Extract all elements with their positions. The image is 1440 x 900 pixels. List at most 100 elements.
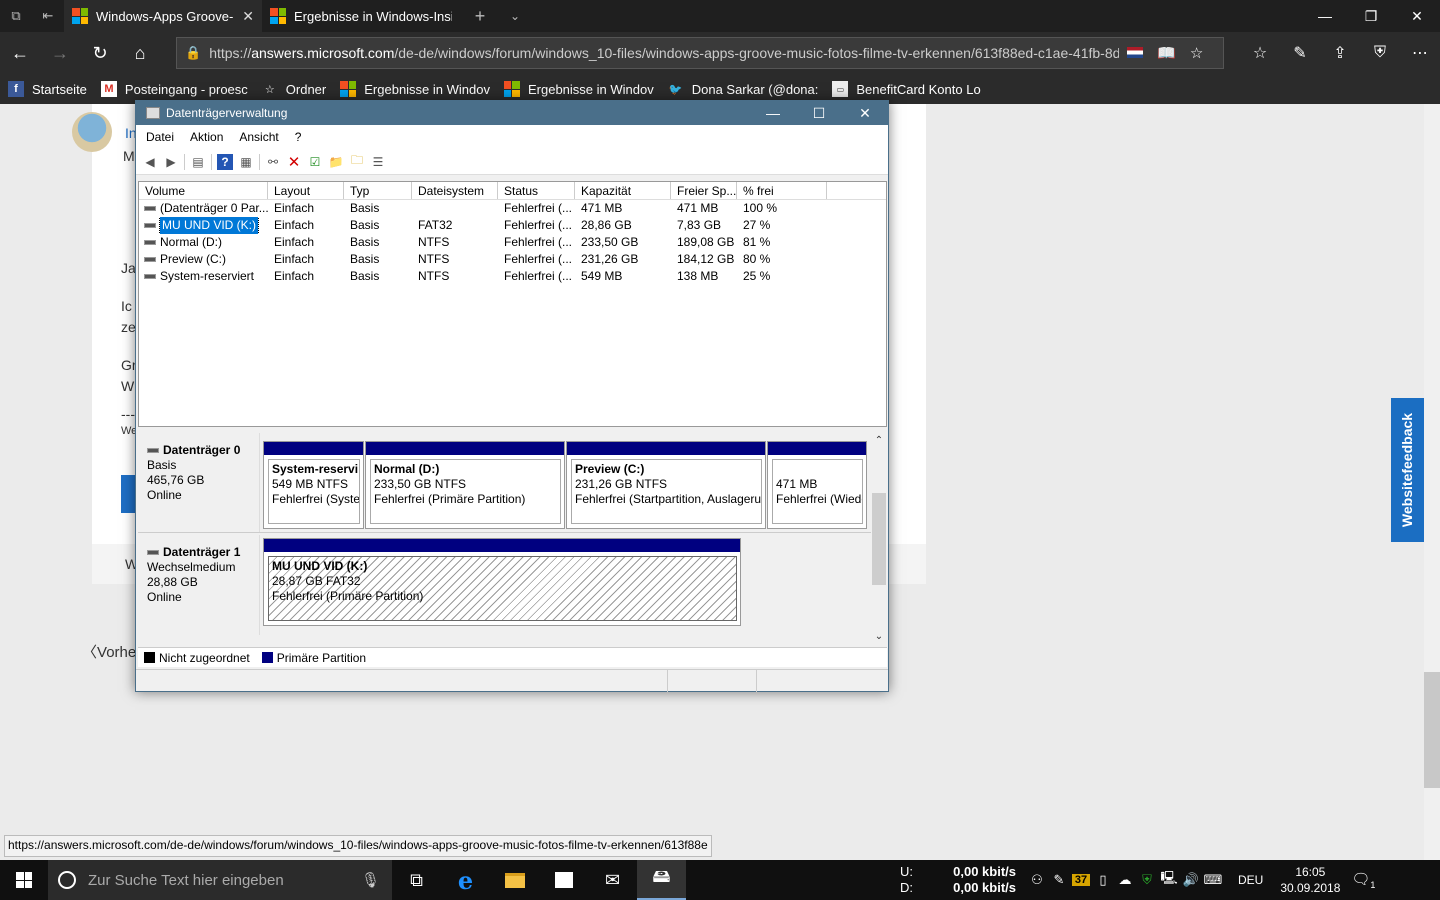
refresh-icon[interactable]: ↻ xyxy=(80,32,120,74)
close-tab-icon[interactable]: ✕ xyxy=(242,8,254,25)
tab-windows-apps[interactable]: Windows-Apps Groove- ✕ xyxy=(64,0,262,32)
website-feedback-button[interactable]: Websitefeedback xyxy=(1391,398,1424,542)
store-icon[interactable] xyxy=(539,860,588,900)
previous-link[interactable]: 〈Vorhe xyxy=(82,641,136,662)
address-input[interactable]: 🔒 https://answers.microsoft.com/de-de/wi… xyxy=(176,37,1224,69)
minimize-icon[interactable]: — xyxy=(1302,0,1348,32)
folder-up-icon[interactable]: 📁 xyxy=(328,154,344,170)
disk-management-taskbar-icon[interactable]: 🖴 xyxy=(637,860,686,900)
forward-arrow-icon[interactable]: → xyxy=(40,32,80,74)
column-header[interactable]: Kapazität xyxy=(575,182,671,199)
avatar[interactable] xyxy=(72,112,112,152)
microphone-icon[interactable]: 🎙 xyxy=(361,871,380,889)
page-scrollbar[interactable] xyxy=(1424,104,1440,860)
table-row-selected[interactable]: MU UND VID (K:) Einfach Basis FAT32 Fehl… xyxy=(139,217,886,234)
network-speed: U: 0,00 kbit/s D: 0,00 kbit/s xyxy=(900,864,1016,895)
onedrive-icon[interactable]: ☁ xyxy=(1114,872,1136,888)
mail-icon[interactable]: ✉ xyxy=(588,860,637,900)
tabs-aside-icon[interactable]: ⧉ xyxy=(0,0,32,32)
back-arrow-icon[interactable]: ◀ xyxy=(142,154,158,170)
properties-icon[interactable]: ▦ xyxy=(238,154,254,170)
scrollbar-thumb[interactable] xyxy=(872,493,886,585)
column-header[interactable]: Typ xyxy=(344,182,412,199)
scrollbar-thumb[interactable] xyxy=(1424,672,1440,788)
table-row[interactable]: System-reserviert Einfach Basis NTFS Feh… xyxy=(139,268,886,285)
favorite-item[interactable]: f Startseite xyxy=(8,81,87,97)
favorite-item[interactable]: ☆ Ordner xyxy=(262,81,326,97)
partition-preview-c[interactable]: Preview (C:) 231,26 GB NTFS Fehlerfrei (… xyxy=(566,441,766,529)
scroll-down-icon[interactable]: ⌄ xyxy=(871,631,887,642)
favorites-hub-icon[interactable]: ☆ xyxy=(1240,32,1280,74)
table-row[interactable]: Preview (C:) Einfach Basis NTFS Fehlerfr… xyxy=(139,251,886,268)
defender-shield-icon[interactable]: ⛨ xyxy=(1136,872,1158,888)
reading-view-icon[interactable]: 📖 xyxy=(1157,44,1176,62)
file-explorer-icon[interactable] xyxy=(490,860,539,900)
start-button[interactable] xyxy=(0,860,48,900)
favorite-item[interactable]: ▭ BenefitCard Konto Lo xyxy=(832,81,981,97)
people-icon[interactable]: ⚇ xyxy=(1026,872,1048,888)
extension-shield-icon[interactable]: ⛨ xyxy=(1360,32,1400,74)
language-indicator[interactable]: DEU xyxy=(1238,873,1263,887)
new-tab-icon[interactable]: + xyxy=(460,0,500,32)
close-icon[interactable]: ✕ xyxy=(842,105,888,122)
disk-view-scrollbar[interactable]: ⌃ ⌄ xyxy=(871,433,887,647)
menu-aktion[interactable]: Aktion xyxy=(190,130,223,144)
favorite-star-icon[interactable]: ☆ xyxy=(1190,44,1203,62)
disk-label[interactable]: Datenträger 0 Basis 465,76 GB Online xyxy=(138,433,260,532)
clock[interactable]: 16:05 30.09.2018 xyxy=(1275,864,1345,896)
close-window-icon[interactable]: ✕ xyxy=(1394,0,1440,32)
column-header[interactable]: Dateisystem xyxy=(412,182,498,199)
scroll-up-icon[interactable]: ⌃ xyxy=(871,435,887,446)
menu-datei[interactable]: Datei xyxy=(146,130,174,144)
favorite-item[interactable]: Ergebnisse in Windov xyxy=(503,81,654,97)
column-header[interactable]: Status xyxy=(498,182,575,199)
partition-normal-d[interactable]: Normal (D:) 233,50 GB NTFS Fehlerfrei (P… xyxy=(365,441,565,529)
maximize-icon[interactable]: ☐ xyxy=(796,105,842,122)
pen-icon[interactable]: ✎ xyxy=(1280,32,1320,74)
column-header[interactable]: Volume xyxy=(139,182,268,199)
task-view-icon[interactable]: ⧉ xyxy=(392,860,441,900)
network-icon[interactable]: 🖳 xyxy=(1158,869,1180,891)
share-icon[interactable]: ⇪ xyxy=(1320,32,1360,74)
delete-icon[interactable]: ✕ xyxy=(286,154,302,171)
list-view-icon[interactable]: ☰ xyxy=(370,154,386,170)
partition-system-reserved[interactable]: System-reservi 549 MB NTFS Fehlerfrei (S… xyxy=(263,441,364,529)
temperature-badge[interactable]: 37 xyxy=(1072,874,1090,886)
partition-recovery[interactable]: 471 MB Fehlerfrei (Wiede xyxy=(767,441,867,529)
table-row[interactable]: Normal (D:) Einfach Basis NTFS Fehlerfre… xyxy=(139,234,886,251)
favorite-item[interactable]: M Posteingang - proesc xyxy=(100,81,248,97)
volume-icon[interactable]: 🔊 xyxy=(1180,872,1202,888)
column-header[interactable]: % frei xyxy=(737,182,827,199)
folder-search-icon[interactable]: 🗀 xyxy=(349,153,365,170)
edge-icon[interactable]: e xyxy=(441,860,490,900)
search-input[interactable]: Zur Suche Text hier eingeben 🎙 xyxy=(48,860,392,900)
partition-mu-und-vid-k[interactable]: MU UND VID (K:) 28,87 GB FAT32 Fehlerfre… xyxy=(263,538,741,626)
favorite-item[interactable]: 🐦 Dona Sarkar (@dona: xyxy=(668,81,819,97)
battery-icon[interactable]: ▯ xyxy=(1092,872,1114,888)
action-center-icon[interactable]: 🗨1 xyxy=(1345,870,1381,890)
menu-help[interactable]: ? xyxy=(295,130,302,144)
column-header[interactable]: Layout xyxy=(268,182,344,199)
set-tabs-aside-icon[interactable]: ⇤ xyxy=(32,0,64,32)
keyboard-icon[interactable]: ⌨ xyxy=(1202,872,1224,888)
minimize-icon[interactable]: — xyxy=(750,105,796,122)
column-header[interactable]: Freier Sp... xyxy=(671,182,737,199)
favorite-item[interactable]: Ergebnisse in Windov xyxy=(340,81,490,97)
home-icon[interactable]: ⌂ xyxy=(120,32,160,74)
restore-icon[interactable]: ❐ xyxy=(1348,0,1394,32)
forward-arrow-icon[interactable]: ▶ xyxy=(163,154,179,170)
window-titlebar[interactable]: Datenträgerverwaltung — ☐ ✕ xyxy=(136,101,888,125)
back-arrow-icon[interactable]: ← xyxy=(0,32,40,74)
chevron-down-icon[interactable]: ⌄ xyxy=(500,0,530,32)
table-row[interactable]: (Datenträger 0 Par... Einfach Basis Fehl… xyxy=(139,200,886,217)
menu-ansicht[interactable]: Ansicht xyxy=(239,130,278,144)
tab-ergebnisse[interactable]: Ergebnisse in Windows-Insi xyxy=(262,0,460,32)
disk-label[interactable]: Datenträger 1 Wechselmedium 28,88 GB Onl… xyxy=(138,535,260,635)
checklist-icon[interactable]: ☑ xyxy=(307,154,323,170)
app-tray-icon[interactable]: ✎ xyxy=(1048,872,1070,888)
more-icon[interactable]: ⋯ xyxy=(1400,32,1440,74)
translate-flag-icon[interactable] xyxy=(1127,47,1144,58)
help-icon[interactable]: ? xyxy=(217,153,233,170)
console-tree-icon[interactable]: ▤ xyxy=(190,154,206,170)
connect-icon[interactable]: ⚯ xyxy=(265,154,281,170)
